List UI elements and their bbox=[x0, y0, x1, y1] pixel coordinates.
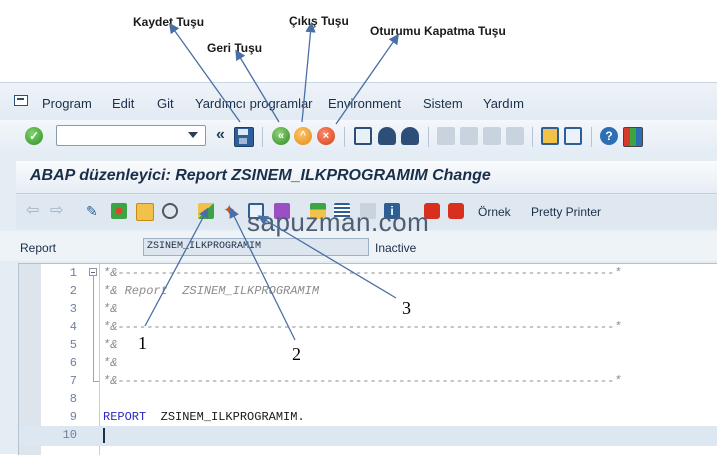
new-session-icon[interactable] bbox=[541, 127, 559, 145]
nav-history-icon[interactable]: « bbox=[216, 126, 225, 144]
code-line[interactable]: 7 *&------------------------------------… bbox=[19, 372, 717, 390]
code-line[interactable]: 5 *& bbox=[19, 336, 717, 354]
other-object-icon[interactable] bbox=[111, 203, 127, 219]
annotation-number-1: 1 bbox=[138, 333, 147, 353]
display-change-icon[interactable]: ✎ bbox=[86, 203, 102, 219]
where-used-icon[interactable] bbox=[162, 203, 178, 219]
line-number: 8 bbox=[69, 392, 77, 406]
screen-title-bar: ABAP düzenleyici: Report ZSINEM_ILKPROGR… bbox=[16, 161, 717, 194]
line-number: 7 bbox=[69, 374, 77, 388]
line-number: 1 bbox=[69, 266, 77, 280]
annotation-save: Kaydet Tuşu bbox=[133, 15, 205, 29]
code-line[interactable]: 6 *& bbox=[19, 354, 717, 372]
insert-statement-icon[interactable] bbox=[448, 203, 464, 219]
shortcut-icon[interactable] bbox=[564, 127, 582, 145]
customize-layout-icon[interactable] bbox=[623, 127, 643, 147]
code-editor[interactable]: 1 *&------------------------------------… bbox=[18, 263, 717, 455]
annotation-logoff: Oturumu Kapatma Tuşu bbox=[370, 24, 506, 38]
print-icon[interactable] bbox=[354, 127, 372, 145]
line-number: 10 bbox=[62, 428, 77, 442]
exit-icon[interactable]: ^ bbox=[294, 127, 312, 145]
text-caret bbox=[103, 428, 105, 443]
code-line[interactable]: 9 REPORT ZSINEM_ILKPROGRAMIM. bbox=[19, 408, 717, 426]
next-page-icon[interactable] bbox=[483, 127, 501, 145]
command-field[interactable] bbox=[56, 125, 206, 146]
code-text: *&--------------------------------------… bbox=[103, 374, 622, 388]
code-line[interactable]: 8 bbox=[19, 390, 717, 408]
code-line-current[interactable]: 10 bbox=[19, 426, 717, 446]
back-icon[interactable]: « bbox=[272, 127, 290, 145]
menu-icon[interactable] bbox=[14, 95, 28, 106]
sap-window: Program Edit Git Yardımcı programlar Env… bbox=[0, 82, 717, 455]
report-label: Report bbox=[20, 241, 57, 255]
menu-item-git[interactable]: Git bbox=[157, 96, 174, 111]
active-inactive-icon[interactable] bbox=[136, 203, 154, 221]
standard-toolbar: ✓ « « ^ × ? bbox=[0, 120, 717, 154]
first-page-icon[interactable] bbox=[437, 127, 455, 145]
code-keyword: REPORT bbox=[103, 410, 147, 424]
status-label: Inactive bbox=[375, 241, 417, 255]
back-arrow-icon[interactable]: ⇦ bbox=[26, 203, 42, 219]
code-text: *& Report ZSINEM_ILKPROGRAMIM bbox=[103, 284, 320, 298]
find-icon[interactable] bbox=[378, 127, 396, 145]
last-page-icon[interactable] bbox=[506, 127, 524, 145]
annotation-back: Geri Tuşu bbox=[207, 41, 263, 55]
code-text: REPORT ZSINEM_ILKPROGRAMIM. bbox=[103, 408, 305, 426]
save-icon[interactable] bbox=[234, 127, 254, 147]
check-icon[interactable] bbox=[198, 203, 214, 219]
code-text: *& bbox=[103, 302, 118, 316]
page-title: ABAP düzenleyici: Report ZSINEM_ILKPROGR… bbox=[30, 167, 491, 184]
watermark: sapuzman.com bbox=[247, 207, 430, 237]
menu-bar: Program Edit Git Yardımcı programlar Env… bbox=[0, 83, 717, 119]
line-number: 5 bbox=[69, 338, 77, 352]
ok-icon[interactable]: ✓ bbox=[25, 127, 43, 145]
line-number: 4 bbox=[69, 320, 77, 334]
code-text: *& bbox=[103, 338, 118, 352]
menu-item-environment[interactable]: Environment bbox=[328, 96, 401, 111]
code-text: *& bbox=[103, 356, 118, 370]
activate-icon[interactable]: ✦ bbox=[223, 203, 239, 219]
toolbar-separator bbox=[532, 127, 533, 147]
report-name-field: ZSINEM_ILKPROGRAMIM bbox=[143, 238, 369, 256]
code-statement: ZSINEM_ILKPROGRAMIM. bbox=[146, 410, 305, 424]
menu-item-system[interactable]: Sistem bbox=[423, 96, 463, 111]
menu-item-program[interactable]: Program bbox=[42, 96, 92, 111]
code-line[interactable]: 2 *& Report ZSINEM_ILKPROGRAMIM bbox=[19, 282, 717, 300]
annotation-number-2: 2 bbox=[292, 344, 301, 364]
toolbar-separator bbox=[591, 127, 592, 147]
menu-item-edit[interactable]: Edit bbox=[112, 96, 134, 111]
menu-item-help[interactable]: Yardım bbox=[483, 96, 524, 111]
annotation-number-3: 3 bbox=[402, 298, 411, 318]
help-icon[interactable]: ? bbox=[600, 127, 618, 145]
pretty-printer-button[interactable]: Pretty Printer bbox=[531, 205, 601, 219]
line-number: 3 bbox=[69, 302, 77, 316]
find-next-icon[interactable] bbox=[401, 127, 419, 145]
code-line[interactable]: 1 *&------------------------------------… bbox=[19, 264, 717, 282]
line-number: 2 bbox=[69, 284, 77, 298]
toolbar-separator bbox=[344, 127, 345, 147]
code-line[interactable]: 3 *& bbox=[19, 300, 717, 318]
line-number: 6 bbox=[69, 356, 77, 370]
logoff-icon[interactable]: × bbox=[317, 127, 335, 145]
toolbar-separator bbox=[262, 127, 263, 147]
code-text: *&--------------------------------------… bbox=[103, 320, 622, 334]
line-number: 9 bbox=[69, 410, 77, 424]
chevron-down-icon[interactable] bbox=[188, 132, 198, 138]
forward-arrow-icon[interactable]: ⇨ bbox=[50, 203, 66, 219]
toolbar-separator bbox=[428, 127, 429, 147]
example-button[interactable]: Örnek bbox=[478, 205, 511, 219]
code-text: *&--------------------------------------… bbox=[103, 266, 622, 280]
annotation-exit: Çıkış Tuşu bbox=[289, 14, 349, 28]
previous-page-icon[interactable] bbox=[460, 127, 478, 145]
menu-item-utilities[interactable]: Yardımcı programlar bbox=[195, 96, 313, 111]
code-line[interactable]: 4 *&------------------------------------… bbox=[19, 318, 717, 336]
